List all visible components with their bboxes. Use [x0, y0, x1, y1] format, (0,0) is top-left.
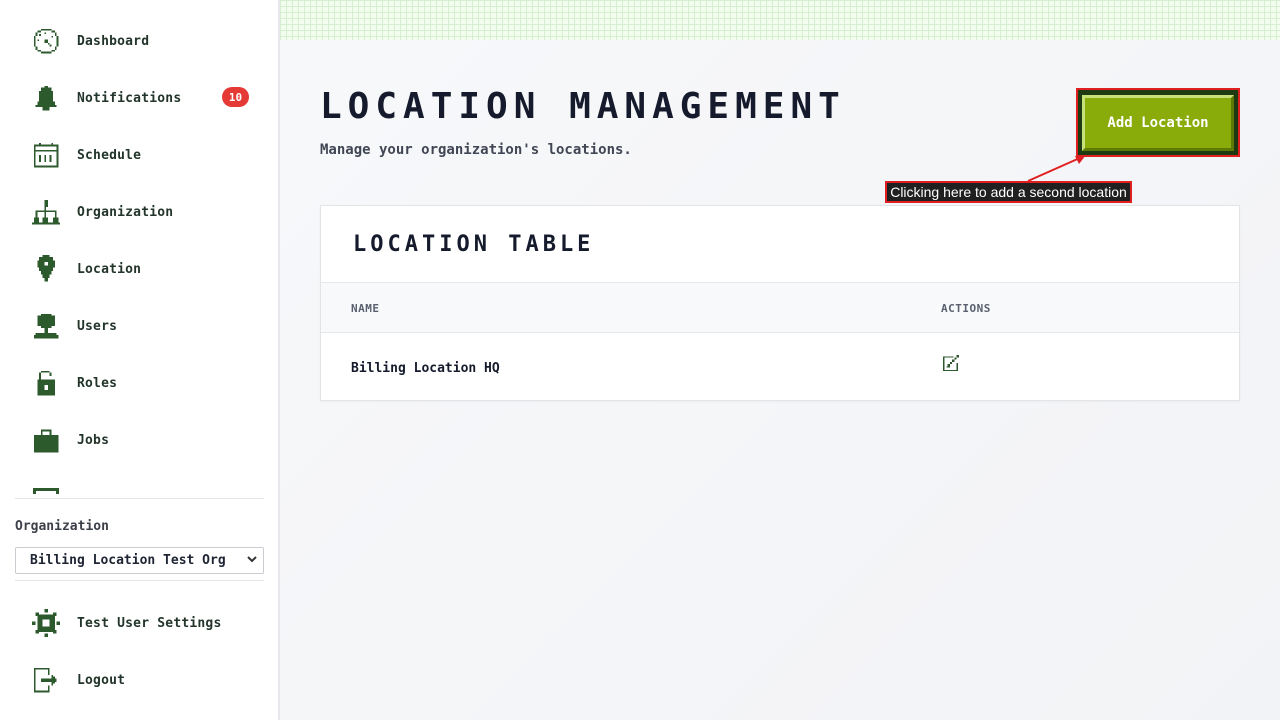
- sidebar-item-label: Jobs: [77, 432, 110, 448]
- add-location-button-label: Add Location: [1082, 95, 1234, 151]
- page-subtitle: Manage your organization's locations.: [320, 142, 632, 158]
- chevron-down-icon: [247, 556, 257, 563]
- partially-hidden-nav-icon: [33, 488, 59, 494]
- add-location-button[interactable]: Add Location: [1076, 88, 1240, 157]
- sidebar-item-location[interactable]: Location: [30, 251, 260, 287]
- location-name-cell: Billing Location HQ: [351, 361, 500, 376]
- sidebar-item-organization[interactable]: Organization: [30, 194, 260, 230]
- sidebar-item-label: Dashboard: [77, 33, 150, 49]
- grid-pattern-header: [280, 0, 1280, 40]
- logout-link[interactable]: Logout: [30, 662, 260, 698]
- sidebar-item-users[interactable]: Users: [30, 308, 260, 344]
- bell-icon: [30, 82, 62, 114]
- sidebar-item-label: Users: [77, 318, 118, 334]
- organization-select[interactable]: Billing Location Test Org: [15, 547, 264, 574]
- sidebar-item-label: Organization: [77, 204, 174, 220]
- location-table-card: LOCATION TABLE NAME ACTIONS Billing Loca…: [320, 205, 1240, 401]
- settings-link[interactable]: Test User Settings: [30, 605, 260, 641]
- edit-icon[interactable]: [942, 354, 960, 372]
- sidebar-item-label: Location: [77, 261, 142, 277]
- sidebar-item-dashboard[interactable]: Dashboard: [30, 23, 260, 59]
- sidebar-divider: [15, 498, 264, 499]
- table-title: LOCATION TABLE: [353, 232, 595, 257]
- gear-icon: [30, 607, 62, 639]
- sidebar-item-schedule[interactable]: Schedule: [30, 137, 260, 173]
- unlock-icon: [30, 367, 62, 399]
- settings-label: Test User Settings: [77, 615, 222, 631]
- map-pin-icon: [30, 253, 62, 285]
- user-icon: [30, 310, 62, 342]
- sidebar-item-jobs[interactable]: Jobs: [30, 422, 260, 458]
- table-header: NAME ACTIONS: [321, 282, 1239, 333]
- dashboard-icon: [30, 25, 62, 57]
- organization-select-value: Billing Location Test Org: [30, 553, 226, 568]
- sidebar-item-roles[interactable]: Roles: [30, 365, 260, 401]
- calendar-icon: [30, 139, 62, 171]
- sidebar-item-label: Roles: [77, 375, 118, 391]
- sidebar-item-notifications[interactable]: Notifications 10: [30, 80, 260, 116]
- sidebar-divider: [15, 580, 264, 581]
- annotation-callout: Clicking here to add a second location: [885, 181, 1132, 203]
- sidebar-nav: Dashboard Notifications 10 Schedule Orga…: [0, 0, 278, 494]
- sidebar: Dashboard Notifications 10 Schedule Orga…: [0, 0, 280, 720]
- table-row: Billing Location HQ: [321, 334, 1239, 400]
- org-chart-icon: [30, 196, 62, 228]
- logout-label: Logout: [77, 672, 126, 688]
- organization-label: Organization: [15, 519, 109, 534]
- column-header-name: NAME: [351, 302, 380, 315]
- sidebar-item-label: Schedule: [77, 147, 142, 163]
- briefcase-icon: [30, 424, 62, 456]
- logout-icon: [30, 664, 62, 696]
- sidebar-item-label: Notifications: [77, 90, 182, 106]
- page-title: LOCATION MANAGEMENT: [320, 86, 846, 127]
- notification-count-badge: 10: [222, 87, 249, 107]
- column-header-actions: ACTIONS: [941, 302, 991, 315]
